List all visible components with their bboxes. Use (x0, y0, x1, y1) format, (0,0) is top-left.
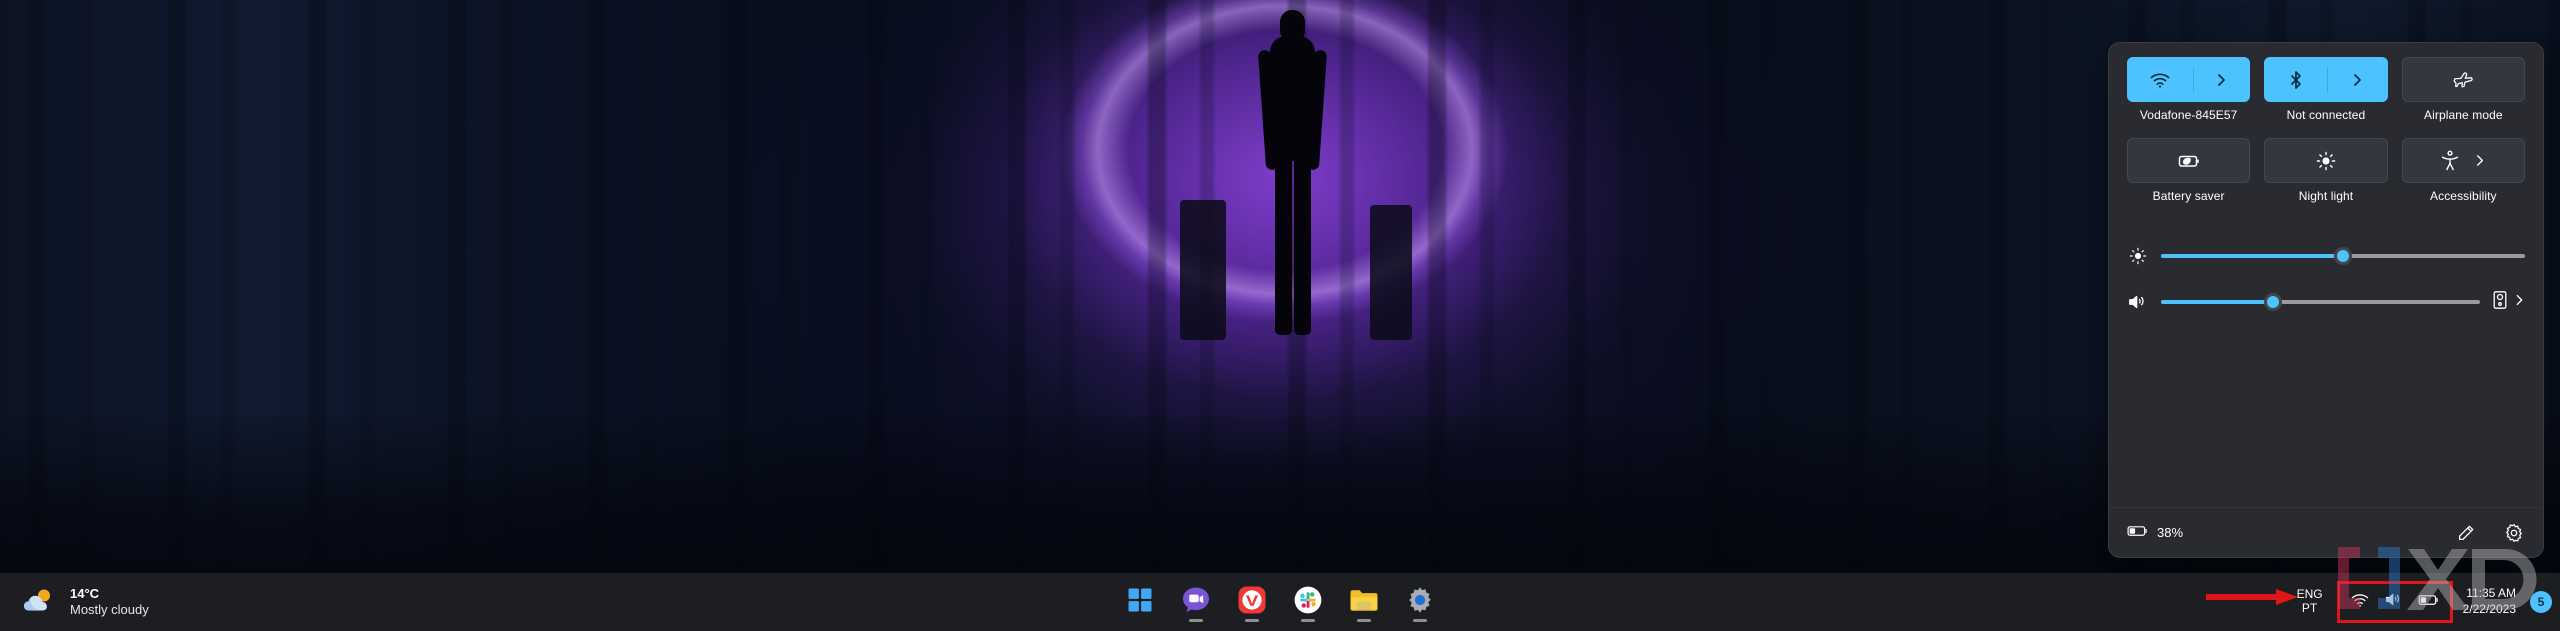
quick-setting-wifi: Vodafone-845E57 (2127, 57, 2251, 122)
accessibility-icon (2440, 150, 2460, 172)
app-running-indicator (1413, 619, 1427, 622)
battery-status[interactable]: 38% (2127, 524, 2183, 541)
gear-icon[interactable] (2501, 520, 2527, 546)
volume-slider-row (2127, 279, 2525, 325)
battery-saver-tile-button[interactable] (2127, 138, 2251, 183)
start-button[interactable] (1119, 581, 1161, 623)
quick-setting-accessibility: Accessibility (2401, 138, 2525, 203)
battery-saver-tile-label: Battery saver (2152, 189, 2225, 203)
quick-setting-battery-saver: Battery saver (2127, 138, 2251, 203)
chat-video-icon (1181, 586, 1211, 619)
volume-icon (2127, 292, 2149, 312)
brightness-icon (2127, 246, 2149, 266)
language-line-1: ENG (2296, 587, 2323, 602)
battery-percent-label: 38% (2157, 525, 2184, 540)
battery-icon[interactable] (2418, 593, 2440, 612)
night-light-icon (2315, 150, 2337, 172)
weather-temperature: 14°C (70, 585, 100, 601)
weather-condition: Mostly cloudy (70, 602, 149, 617)
windows-logo-icon (1128, 588, 1152, 617)
bluetooth-icon (2288, 70, 2304, 90)
clock-and-date[interactable]: 11:35 AM 2/22/2023 (2459, 584, 2524, 619)
taskbar-app-slack[interactable] (1287, 581, 1329, 623)
silhouette-figure (1257, 10, 1328, 335)
accessibility-tile-label: Accessibility (2430, 189, 2497, 203)
taskbar-app-chat[interactable] (1175, 581, 1217, 623)
bluetooth-tile-button[interactable] (2264, 57, 2388, 102)
weather-text: 14°C Mostly cloudy (70, 586, 149, 619)
app-running-indicator (1357, 619, 1371, 622)
notification-badge[interactable]: 5 (2530, 591, 2552, 613)
wifi-icon[interactable] (2350, 592, 2370, 613)
audio-output-icon (2492, 290, 2508, 315)
quick-setting-night-light: Night light (2264, 138, 2388, 203)
night-light-tile-button[interactable] (2264, 138, 2388, 183)
chevron-right-icon[interactable] (2474, 153, 2486, 168)
volume-icon[interactable] (2384, 591, 2404, 613)
settings-gear-icon (1406, 586, 1434, 619)
volume-slider[interactable] (2161, 293, 2480, 311)
taskbar-time: 11:35 AM (2466, 586, 2516, 601)
audio-output-selector[interactable] (2492, 290, 2525, 315)
stone-left (1180, 200, 1226, 340)
app-running-indicator (1301, 619, 1315, 622)
airplane-mode-tile-button[interactable] (2401, 57, 2525, 102)
night-light-tile-label: Night light (2298, 189, 2354, 203)
quick-settings-tile-grid: Vodafone-845E57 Not connected Airplane m… (2127, 57, 2525, 203)
brightness-slider[interactable] (2161, 247, 2525, 265)
sun-behind-cloud-icon (22, 585, 60, 620)
slack-icon (1294, 586, 1322, 619)
app-running-indicator (1245, 619, 1259, 622)
quick-settings-footer-actions (2453, 520, 2527, 546)
volume-slider-thumb[interactable] (2263, 293, 2282, 311)
quick-setting-bluetooth: Not connected (2264, 57, 2388, 122)
app-running-indicator (1189, 619, 1203, 622)
taskbar-app-file-explorer[interactable] (1343, 581, 1385, 623)
wifi-icon (2149, 71, 2171, 89)
language-indicator[interactable]: ENG PT (2289, 586, 2331, 618)
brightness-slider-thumb[interactable] (2334, 247, 2352, 265)
chevron-right-icon[interactable] (2351, 72, 2364, 88)
battery-icon (2127, 524, 2149, 541)
wifi-tile-button[interactable] (2127, 57, 2251, 102)
airplane-icon (2452, 70, 2474, 90)
language-line-2: PT (2301, 601, 2318, 615)
taskbar-app-icons (1119, 581, 1441, 623)
quick-setting-airplane-mode: Airplane mode (2401, 57, 2525, 122)
chevron-right-icon[interactable] (2215, 72, 2228, 88)
quick-settings-sliders (2127, 233, 2525, 325)
folder-icon (1349, 587, 1379, 618)
bluetooth-tile-label: Not connected (2286, 108, 2366, 122)
taskbar-app-settings[interactable] (1399, 581, 1441, 623)
wifi-tile-label: Vodafone-845E57 (2139, 108, 2238, 122)
vivaldi-icon (1238, 586, 1266, 619)
taskbar-app-vivaldi[interactable] (1231, 581, 1273, 623)
tray-status-icons[interactable] (2336, 581, 2453, 623)
battery-saver-icon (2176, 152, 2202, 170)
system-tray: ENG PT 11:35 AM 2/22/2023 5 (2289, 581, 2552, 623)
taskbar-date: 2/22/2023 (2462, 602, 2516, 616)
accessibility-tile-button[interactable] (2401, 138, 2525, 183)
quick-settings-footer: 38% (2109, 507, 2543, 557)
chevron-right-icon[interactable] (2514, 293, 2525, 312)
wifi-tile-divider (2192, 66, 2194, 93)
taskbar: 14°C Mostly cloudy ENG PT 11:35 AM 2/22/… (0, 573, 2560, 631)
stone-right (1370, 205, 1412, 340)
brightness-slider-row (2127, 233, 2525, 279)
bluetooth-tile-divider (2326, 66, 2328, 93)
weather-widget[interactable]: 14°C Mostly cloudy (12, 581, 159, 624)
pencil-icon[interactable] (2453, 520, 2479, 546)
airplane-mode-tile-label: Airplane mode (2423, 108, 2503, 122)
quick-settings-panel[interactable]: Vodafone-845E57 Not connected Airplane m… (2108, 42, 2544, 558)
